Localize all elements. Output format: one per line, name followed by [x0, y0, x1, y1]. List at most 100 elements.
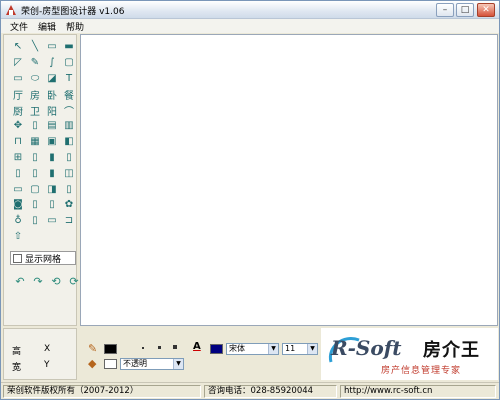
room-label-icon[interactable]: 房 — [27, 86, 43, 102]
y-label: Y — [44, 360, 50, 370]
font-size-select[interactable]: 11 ▼ — [282, 343, 318, 355]
close-button[interactable]: ✕ — [477, 3, 495, 17]
curve-icon[interactable]: ∫ — [44, 55, 60, 71]
rotate-right-icon[interactable]: ⟳ — [68, 275, 80, 288]
opacity-value: 不透明 — [123, 359, 147, 368]
frame-icon[interactable]: ◫ — [61, 165, 77, 181]
menu-help[interactable]: 帮助 — [61, 20, 89, 33]
fill-bucket-icon: ◆ — [88, 357, 97, 370]
panel-icon[interactable]: ▮ — [44, 150, 60, 166]
height-label: 高 — [12, 347, 22, 357]
bathtub-icon[interactable]: ▯ — [27, 197, 43, 213]
menu-file[interactable]: 文件 — [5, 20, 33, 33]
rotate-left-icon[interactable]: ⟲ — [50, 275, 62, 288]
shape-icon[interactable]: ◪ — [44, 71, 60, 87]
ellipse-icon[interactable]: ⬭ — [27, 71, 43, 87]
line-icon[interactable]: ╲ — [27, 39, 43, 55]
filled-rectangle-icon[interactable]: ▬ — [61, 39, 77, 55]
show-grid-checkbox[interactable] — [13, 253, 22, 263]
closet-icon[interactable]: ◧ — [61, 134, 77, 150]
font-size-value: 11 — [285, 344, 296, 353]
logo-tagline: 房产信息管理专家 — [381, 366, 462, 376]
title-bar: 荣创-房型图设计器 v1.06 – □ ✕ — [1, 1, 499, 19]
window-icon[interactable]: ▤ — [44, 118, 60, 134]
bath-label-icon[interactable]: 卫 — [27, 102, 43, 118]
undo-icon[interactable]: ↶ — [14, 275, 26, 288]
app-logo-icon — [6, 5, 16, 15]
box-icon[interactable]: ◨ — [44, 181, 60, 197]
table-icon[interactable]: ▣ — [44, 134, 60, 150]
shelf-icon[interactable]: ▯ — [61, 150, 77, 166]
chevron-down-icon: ▼ — [268, 344, 278, 354]
dining-set-icon[interactable]: ✿ — [61, 197, 77, 213]
ellipse-filled-icon[interactable]: ▭ — [10, 71, 26, 87]
property-bar: ✎ ◆ 不透明 ▼ A 宋体 ▼ 11 ▼ — [80, 328, 320, 380]
cabinet-icon[interactable]: ▥ — [61, 118, 77, 134]
door-icon[interactable]: ▯ — [27, 118, 43, 134]
compass-icon[interactable]: ✥ — [10, 118, 26, 134]
brand-logo: R-Soft 房介王 房产信息管理专家 — [321, 328, 498, 380]
double-door-icon[interactable]: ⊞ — [10, 150, 26, 166]
width-label: 宽 — [12, 363, 22, 373]
toilet-icon[interactable]: ♁ — [10, 213, 26, 229]
font-name-select[interactable]: 宋体 ▼ — [226, 343, 279, 355]
line-width-medium[interactable] — [158, 346, 161, 349]
x-label: X — [44, 344, 51, 354]
logo-product-name: 房介王 — [423, 340, 480, 361]
tv-icon[interactable]: ▢ — [27, 181, 43, 197]
fill-color-swatch[interactable] — [104, 359, 117, 369]
rectangle-icon[interactable]: ▭ — [44, 39, 60, 55]
window-title: 荣创-房型图设计器 v1.06 — [21, 7, 125, 17]
stove-icon[interactable]: ▭ — [44, 213, 60, 229]
chevron-down-icon: ▼ — [307, 344, 317, 354]
font-color-icon: A — [193, 341, 201, 352]
pencil-icon[interactable]: ✎ — [27, 55, 43, 71]
rounded-rectangle-icon[interactable]: ▢ — [61, 55, 77, 71]
status-copyright: 荣创软件版权所有（2007-2012） — [3, 385, 201, 398]
desk-icon[interactable]: ▭ — [10, 181, 26, 197]
status-bar: 荣创软件版权所有（2007-2012） 咨询电话：028-85920044 ht… — [1, 382, 499, 399]
pointer-icon[interactable]: ↖ — [10, 39, 26, 55]
toolbox-panel: ↖ ╲ ▭ ▬ ◸ ✎ ∫ ▢ ▭ ⬭ ◪ T 厅房卧餐厨卫阳 ⌒ ✥ ▯ ▤ ▥ ⊓ ▦ ▣ ◧ ⊞ ▯ ▮ ▯ ▯ ▯ ▮ ◫ ▭ ▢ ◨ ▯… — [3, 34, 80, 326]
cook-label-icon[interactable]: 厨 — [10, 102, 26, 118]
text-tool-icon[interactable]: T — [61, 71, 77, 87]
font-color-swatch[interactable] — [210, 344, 223, 354]
stairs-icon[interactable]: ⊐ — [61, 213, 77, 229]
column-icon[interactable]: ▯ — [10, 165, 26, 181]
minimize-button[interactable]: – — [436, 3, 454, 17]
sofa-icon[interactable]: ⊓ — [10, 134, 26, 150]
opacity-select[interactable]: 不透明 ▼ — [120, 358, 184, 370]
app-window: 荣创-房型图设计器 v1.06 – □ ✕ 文件 编辑 帮助 ↖ ╲ ▭ ▬ ◸ ✎ ∫ ▢ ▭… — [0, 0, 500, 400]
kitchen-label-icon[interactable]: 厅 — [10, 86, 26, 102]
drawing-canvas[interactable] — [80, 34, 498, 326]
pencil-color-icon: ✎ — [88, 342, 98, 355]
line-color-swatch[interactable] — [104, 344, 117, 354]
line-width-thin[interactable] — [142, 347, 144, 349]
narrow-cabinet-icon[interactable]: ▯ — [27, 150, 43, 166]
show-grid-label: 显示网格 — [25, 254, 62, 265]
arrow-up-icon[interactable]: ⇧ — [10, 229, 26, 245]
menu-edit[interactable]: 编辑 — [33, 20, 61, 33]
eraser-icon[interactable]: ◸ — [10, 55, 26, 71]
fridge-icon[interactable]: ▯ — [44, 197, 60, 213]
balcony-label-icon[interactable]: 阳 — [44, 102, 60, 118]
show-grid-toggle[interactable]: 显示网格 — [10, 251, 76, 265]
size-info-panel: 高 X 宽 Y — [3, 328, 77, 380]
line-width-thick[interactable] — [173, 345, 177, 349]
dining-label-icon[interactable]: 餐 — [61, 86, 77, 102]
pillar-icon[interactable]: ▯ — [27, 165, 43, 181]
door-arc-icon[interactable]: ⌒ — [61, 102, 77, 118]
tool-grid: ↖ ╲ ▭ ▬ ◸ ✎ ∫ ▢ ▭ ⬭ ◪ T 厅房卧餐厨卫阳 ⌒ ✥ ▯ ▤ ▥ ⊓ ▦ ▣ ◧ ⊞ ▯ ▮ ▯ ▯ ▯ ▮ ◫ ▭ ▢ ◨ ▯… — [10, 39, 76, 244]
stool-icon[interactable]: ▯ — [61, 181, 77, 197]
bedroom-label-icon[interactable]: 卧 — [44, 86, 60, 102]
redo-icon[interactable]: ↷ — [32, 275, 44, 288]
history-tools: ↶ ↷ ⟲ ⟳ — [14, 275, 80, 288]
logo-brand: R-Soft — [331, 336, 402, 360]
sink-icon[interactable]: ◙ — [10, 197, 26, 213]
status-phone: 咨询电话：028-85920044 — [204, 385, 337, 398]
washer-icon[interactable]: ▯ — [27, 213, 43, 229]
bed-icon[interactable]: ▦ — [27, 134, 43, 150]
menu-bar: 文件 编辑 帮助 — [1, 19, 499, 33]
stand-icon[interactable]: ▮ — [44, 165, 60, 181]
maximize-button[interactable]: □ — [456, 3, 474, 17]
